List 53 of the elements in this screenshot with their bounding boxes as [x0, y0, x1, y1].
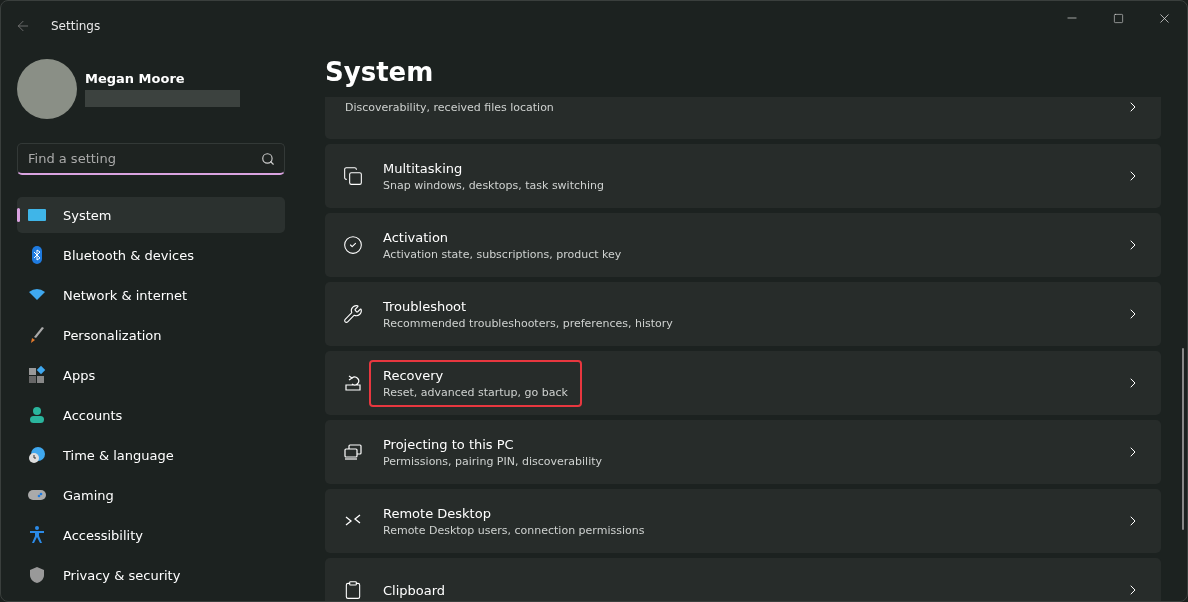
settings-card[interactable]: Recovery Reset, advanced startup, go back	[325, 351, 1161, 415]
card-subtitle: Remote Desktop users, connection permissions	[383, 523, 645, 537]
nav-item[interactable]: Accounts	[17, 397, 285, 433]
card-title: Recovery	[383, 367, 445, 383]
nav-item[interactable]: Privacy & security	[17, 557, 285, 593]
settings-card[interactable]: Discoverability, received files location	[325, 97, 1161, 139]
selection-indicator	[17, 208, 20, 222]
page-title: System	[324, 56, 435, 89]
apps-icon	[27, 365, 47, 385]
window-title: Settings	[51, 19, 101, 33]
shield-icon	[27, 565, 47, 585]
settings-card[interactable]: Troubleshoot Recommended troubleshooters, preferences, history	[325, 282, 1161, 346]
maximize-icon	[1112, 12, 1124, 24]
card-title: Remote Desktop	[383, 505, 492, 521]
card-title: Troubleshoot	[383, 298, 468, 314]
card-subtitle: Permissions, pairing PIN, discoverability	[383, 454, 603, 468]
card-subtitle: Reset, advanced startup, go back	[383, 385, 568, 399]
card-title: Multitasking	[383, 160, 464, 176]
wrench-icon	[343, 304, 363, 324]
person-icon	[27, 405, 47, 425]
settings-card[interactable]: Remote Desktop Remote Desktop users, connection permissions	[325, 489, 1161, 553]
card-subtitle: Recommended troubleshooters, preferences, history	[383, 316, 673, 330]
nav-item[interactable]: Apps	[17, 357, 285, 393]
nav-item[interactable]: System	[17, 197, 285, 233]
card-subtitle: Snap windows, desktops, task switching	[383, 178, 604, 192]
card-title: Activation	[383, 229, 450, 245]
nav-item[interactable]: Network & internet	[17, 277, 285, 313]
nav-item[interactable]: Accessibility	[17, 517, 285, 553]
settings-card[interactable]: Clipboard	[325, 558, 1161, 601]
settings-card[interactable]: Projecting to this PC Permissions, pairing PIN, discoverability	[325, 420, 1161, 484]
card-title: Projecting to this PC	[383, 436, 515, 452]
search-field[interactable]: Find a setting	[17, 143, 285, 175]
nav-item[interactable]: Bluetooth & devices	[17, 237, 285, 273]
nav-item[interactable]: Time & language	[17, 437, 285, 473]
nav-item[interactable]: Personalization	[17, 317, 285, 353]
check-circle-icon	[343, 235, 363, 255]
avatar-placeholder	[17, 59, 77, 119]
back-button[interactable]	[15, 18, 31, 34]
clipboard-icon	[343, 580, 363, 600]
card-subtitle: Discoverability, received files location	[345, 100, 554, 114]
recovery-icon	[343, 373, 363, 393]
profile-name: Megan Moore	[85, 71, 186, 86]
nav-item[interactable]: Gaming	[17, 477, 285, 513]
monitors-icon	[343, 442, 363, 462]
card-title: Clipboard	[383, 582, 446, 598]
globe-clock-icon	[27, 445, 47, 465]
scrollbar-thumb[interactable]	[1182, 348, 1184, 530]
card-subtitle: Activation state, subscriptions, product key	[383, 247, 622, 261]
search-icon	[261, 152, 275, 166]
settings-card[interactable]: Activation Activation state, subscriptions, product key	[325, 213, 1161, 277]
windows-icon	[343, 166, 363, 186]
settings-card[interactable]: Multitasking Snap windows, desktops, task switching	[325, 144, 1161, 208]
accessibility-icon	[27, 525, 47, 545]
